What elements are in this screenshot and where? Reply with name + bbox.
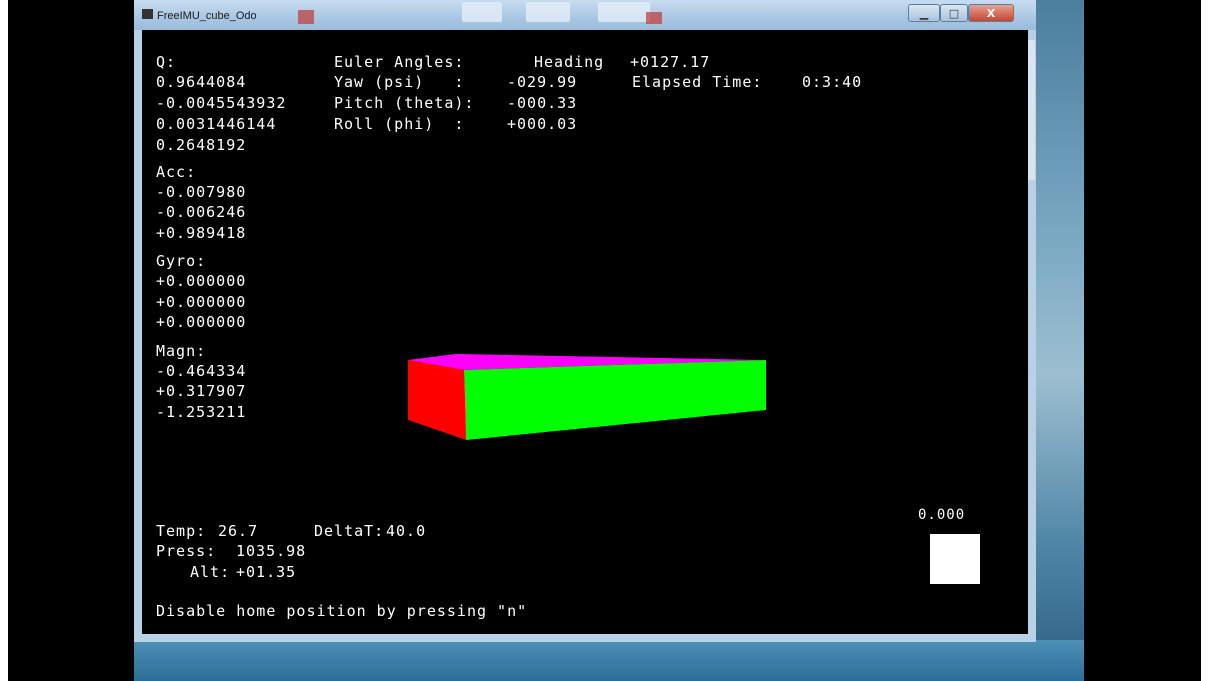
acc-z: +0.989418 <box>156 224 247 242</box>
magn-z: -1.253211 <box>156 403 247 421</box>
taskbar <box>134 640 1084 681</box>
indicator-value: 0.000 <box>918 507 966 523</box>
letterbox-right <box>1201 0 1209 681</box>
window-title: FreeIMU_cube_Odo <box>157 10 257 22</box>
window-frame-left <box>134 30 142 642</box>
acc-label: Acc: <box>156 163 197 181</box>
roll-label: Roll (phi) : <box>334 115 465 133</box>
maximize-button[interactable]: □ <box>940 4 968 22</box>
gyro-x: +0.000000 <box>156 272 247 290</box>
magn-x: -0.464334 <box>156 362 247 380</box>
quaternion-w: 0.9644084 <box>156 73 247 91</box>
quaternion-z: 0.2648192 <box>156 136 247 154</box>
pitch-label: Pitch (theta): <box>334 94 475 112</box>
gyro-y: +0.000000 <box>156 293 247 311</box>
titlebar-blur-blob <box>526 2 570 22</box>
heading-label: Heading <box>534 53 605 71</box>
temp-label: Temp: <box>156 522 207 540</box>
gyro-z: +0.000000 <box>156 313 247 331</box>
alt-label: Alt: <box>190 563 231 581</box>
quaternion-y: 0.0031446144 <box>156 115 277 133</box>
magn-y: +0.317907 <box>156 382 247 400</box>
close-button[interactable]: X <box>968 4 1014 22</box>
home-position-hint: Disable home position by pressing "n" <box>156 602 528 620</box>
cube-side-face <box>408 360 466 440</box>
gyro-label: Gyro: <box>156 252 207 270</box>
titlebar-blur-blob <box>462 2 502 22</box>
window-frame-bottom <box>134 634 1036 642</box>
acc-x: -0.007980 <box>156 183 247 201</box>
alt-value: +01.35 <box>236 563 297 581</box>
acc-y: -0.006246 <box>156 203 247 221</box>
deltat-value: 40.0 <box>386 522 427 540</box>
heading-value: +0127.17 <box>630 53 711 71</box>
magn-label: Magn: <box>156 342 207 360</box>
quaternion-label: Q: <box>156 53 177 71</box>
app-icon <box>142 9 153 19</box>
cube-front-face <box>464 360 766 440</box>
titlebar-blur-blob <box>298 10 314 24</box>
press-value: 1035.98 <box>236 542 307 560</box>
scrollbar-thumb[interactable] <box>1028 40 1035 180</box>
deltat-label: DeltaT: <box>314 522 385 540</box>
letterbox-left <box>0 0 8 681</box>
temp-value: 26.7 <box>218 522 259 540</box>
pitch-value: -000.33 <box>507 94 578 112</box>
yaw-label: Yaw (psi) : <box>334 73 465 91</box>
yaw-value: -029.99 <box>507 73 578 91</box>
desktop-wallpaper-strip <box>1036 0 1084 681</box>
window-titlebar[interactable]: FreeIMU_cube_Odo ▁ □ X <box>134 0 1036 30</box>
minimize-button[interactable]: ▁ <box>908 4 940 22</box>
indicator-square <box>930 534 980 584</box>
titlebar-blur-blob <box>598 2 650 22</box>
press-label: Press: <box>156 542 217 560</box>
euler-label: Euler Angles: <box>334 53 465 71</box>
roll-value: +000.03 <box>507 115 578 133</box>
video-border-left <box>8 0 134 681</box>
elapsed-label: Elapsed Time: <box>632 73 763 91</box>
titlebar-blur-blob <box>646 12 662 24</box>
elapsed-value: 0:3:40 <box>802 73 863 91</box>
video-border-right <box>1084 0 1201 681</box>
imu-cube-3d <box>408 354 766 440</box>
quaternion-x: -0.0045543932 <box>156 94 287 112</box>
